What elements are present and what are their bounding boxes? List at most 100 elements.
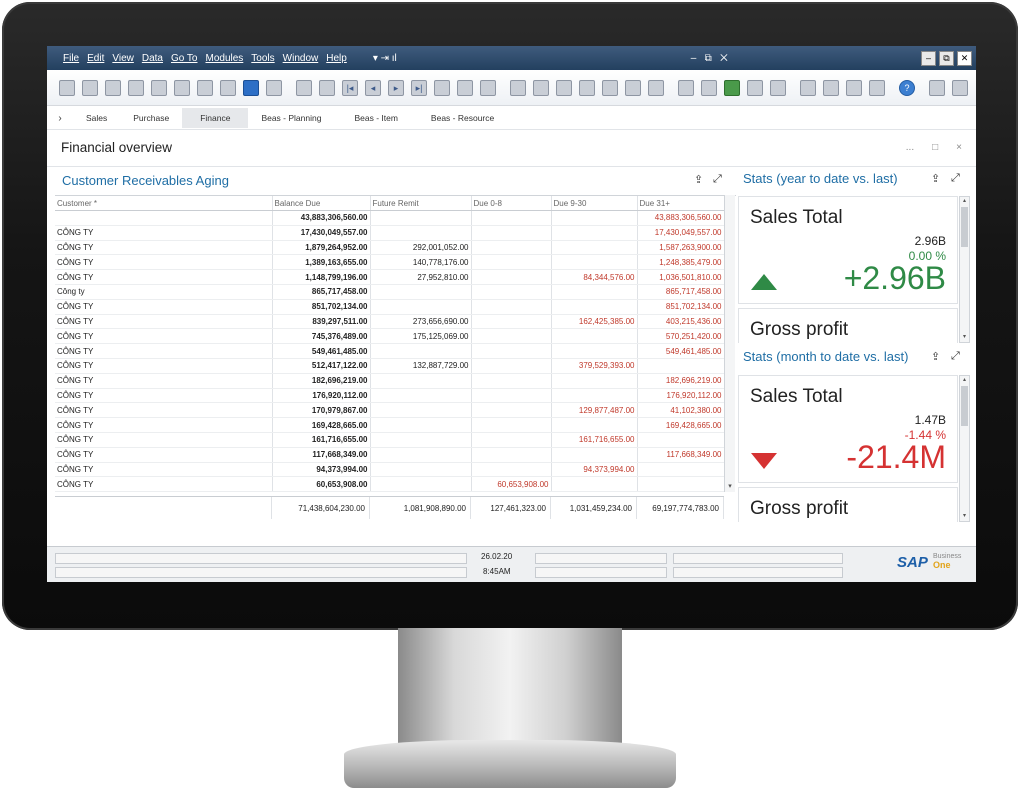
due-0-8-cell[interactable] — [471, 284, 552, 300]
gross-profit-icon[interactable] — [556, 79, 572, 96]
ytd-scrollbar[interactable]: ▴ ▾ — [959, 196, 970, 343]
due-9-30-cell[interactable] — [551, 343, 638, 359]
scroll-thumb[interactable] — [961, 207, 968, 247]
menu-file[interactable]: File — [63, 53, 79, 64]
table-row[interactable]: CÔNG TY 94,373,994.00 94,373,994.00 — [55, 462, 725, 478]
customer-cell[interactable]: CÔNG TY — [55, 417, 273, 433]
menu-data[interactable]: Data — [142, 53, 163, 64]
due-31-plus-cell[interactable] — [637, 432, 725, 448]
balance-due-cell[interactable]: 182,696,219.00 — [272, 373, 371, 389]
restore-icon[interactable]: ⧉ — [939, 51, 954, 66]
customer-cell[interactable] — [55, 210, 273, 226]
word-icon[interactable] — [197, 79, 213, 96]
message-icon[interactable] — [747, 79, 763, 96]
future-remit-cell[interactable]: 27,952,810.00 — [370, 269, 472, 285]
chat-icon[interactable] — [770, 79, 786, 96]
table-row[interactable]: CÔNG TY 60,653,908.00 60,653,908.00 — [55, 476, 725, 493]
future-remit-cell[interactable] — [370, 432, 472, 448]
balance-due-cell[interactable]: 117,668,349.00 — [272, 447, 371, 463]
due-0-8-cell[interactable] — [471, 432, 552, 448]
balance-due-cell[interactable]: 176,920,112.00 — [272, 388, 371, 404]
table-row[interactable]: CÔNG TY 1,389,163,655.00 140,778,176.00 1,2… — [55, 254, 725, 271]
add-icon[interactable] — [319, 79, 335, 96]
table-row[interactable]: CÔNG TY 169,428,665.00 169,428,665.00 — [55, 417, 725, 433]
due-9-30-cell[interactable] — [551, 240, 638, 256]
customer-cell[interactable]: CÔNG TY — [55, 447, 273, 463]
due-0-8-cell[interactable] — [471, 388, 552, 404]
due-9-30-cell[interactable] — [551, 284, 638, 300]
due-0-8-cell[interactable] — [471, 462, 552, 478]
customer-cell[interactable]: CÔNG TY — [55, 388, 273, 404]
customer-cell[interactable]: CÔNG TY — [55, 373, 273, 389]
balance-due-cell[interactable]: 161,716,655.00 — [272, 432, 371, 448]
scroll-up-icon[interactable]: ▴ — [960, 197, 969, 206]
balance-due-cell[interactable]: 1,389,163,655.00 — [272, 254, 371, 271]
future-remit-cell[interactable]: 292,001,052.00 — [370, 240, 472, 256]
due-9-30-cell[interactable]: 162,425,385.00 — [551, 314, 638, 330]
due-0-8-cell[interactable] — [471, 373, 552, 389]
email-icon[interactable] — [105, 79, 121, 96]
tab-sales[interactable]: Sales — [73, 108, 120, 128]
quick-access-icon[interactable]: ▾ ⇥ ıl — [373, 53, 397, 64]
menu-tools[interactable]: Tools — [251, 53, 274, 64]
settings-icon[interactable] — [648, 79, 664, 96]
pdf-icon[interactable] — [220, 79, 236, 96]
balance-due-cell[interactable]: 60,653,908.00 — [272, 476, 371, 493]
table-row[interactable]: CÔNG TY 117,668,349.00 117,668,349.00 — [55, 447, 725, 463]
balance-due-cell[interactable]: 17,430,049,557.00 — [272, 225, 371, 241]
due-31-plus-cell[interactable]: 1,036,501,810.00 — [637, 269, 725, 285]
maximize-icon[interactable]: □ — [932, 142, 938, 153]
balance-due-cell[interactable]: 169,428,665.00 — [272, 417, 371, 433]
future-remit-cell[interactable] — [370, 373, 472, 389]
balance-due-cell[interactable]: 1,879,264,952.00 — [272, 240, 371, 256]
scroll-down-icon[interactable]: ▾ — [960, 333, 969, 342]
customer-cell[interactable]: CÔNG TY — [55, 328, 273, 345]
expand-icon[interactable]: ⤢ — [951, 172, 960, 185]
cockpit-icon[interactable] — [846, 79, 862, 96]
customer-cell[interactable]: CÔNG TY — [55, 299, 273, 315]
future-remit-cell[interactable] — [370, 388, 472, 404]
due-0-8-cell[interactable] — [471, 210, 552, 226]
customer-cell[interactable]: Công ty — [55, 284, 273, 300]
due-31-plus-cell[interactable] — [637, 476, 725, 493]
table-row[interactable]: CÔNG TY 839,297,511.00 273,656,690.00 162,4… — [55, 314, 725, 330]
edit-icon[interactable] — [678, 79, 694, 96]
menu-goto[interactable]: Go To — [171, 53, 198, 64]
column-future-remit[interactable]: Future Remit — [370, 196, 472, 211]
balance-due-cell[interactable]: 851,702,134.00 — [272, 299, 371, 315]
future-remit-cell[interactable] — [370, 299, 472, 315]
due-9-30-cell[interactable] — [551, 476, 638, 493]
due-31-plus-cell[interactable]: 176,920,112.00 — [637, 388, 725, 404]
scroll-up-icon[interactable]: ▴ — [960, 376, 969, 385]
table-row[interactable]: CÔNG TY 1,148,799,196.00 27,952,810.00 84,3… — [55, 269, 725, 285]
due-0-8-cell[interactable] — [471, 447, 552, 463]
table-row[interactable]: CÔNG TY 170,979,867.00 129,877,487.00 41,10… — [55, 402, 725, 419]
chevron-right-icon[interactable]: › — [47, 113, 73, 124]
more-icon[interactable]: ... — [906, 142, 914, 153]
due-31-plus-cell[interactable]: 1,248,385,479.00 — [637, 254, 725, 271]
table-row[interactable]: 43,883,306,560.00 43,883,306,560.00 — [55, 210, 725, 226]
table-row[interactable]: CÔNG TY 549,461,485.00 549,461,485.00 — [55, 343, 725, 359]
table-row[interactable]: CÔNG TY 745,376,489.00 175,125,069.00 570,2… — [55, 328, 725, 345]
table-row[interactable]: CÔNG TY 176,920,112.00 176,920,112.00 — [55, 388, 725, 404]
due-9-30-cell[interactable] — [551, 254, 638, 271]
table-row[interactable]: CÔNG TY 512,417,122.00 132,887,729.00 379,5… — [55, 358, 725, 374]
minimize-icon[interactable]: – — [921, 51, 936, 66]
form-settings-icon[interactable] — [625, 79, 641, 96]
due-31-plus-cell[interactable]: 851,702,134.00 — [637, 299, 725, 315]
due-9-30-cell[interactable] — [551, 447, 638, 463]
close-icon[interactable]: ✕ — [957, 51, 972, 66]
approve-icon[interactable] — [724, 79, 740, 96]
export-icon[interactable]: ⇪ — [931, 350, 940, 363]
org-chart-icon[interactable] — [869, 79, 885, 96]
document-copy-icon[interactable] — [952, 79, 968, 96]
table-row[interactable]: CÔNG TY 161,716,655.00 161,716,655.00 — [55, 432, 725, 448]
launch-icon[interactable] — [243, 79, 259, 96]
due-9-30-cell[interactable] — [551, 373, 638, 389]
customer-cell[interactable]: CÔNG TY — [55, 240, 273, 256]
due-0-8-cell[interactable] — [471, 358, 552, 374]
column-due-31-plus[interactable]: Due 31+ — [637, 196, 725, 211]
due-31-plus-cell[interactable]: 43,883,306,560.00 — [637, 210, 725, 226]
due-0-8-cell[interactable] — [471, 269, 552, 285]
table-row[interactable]: CÔNG TY 182,696,219.00 182,696,219.00 — [55, 373, 725, 389]
